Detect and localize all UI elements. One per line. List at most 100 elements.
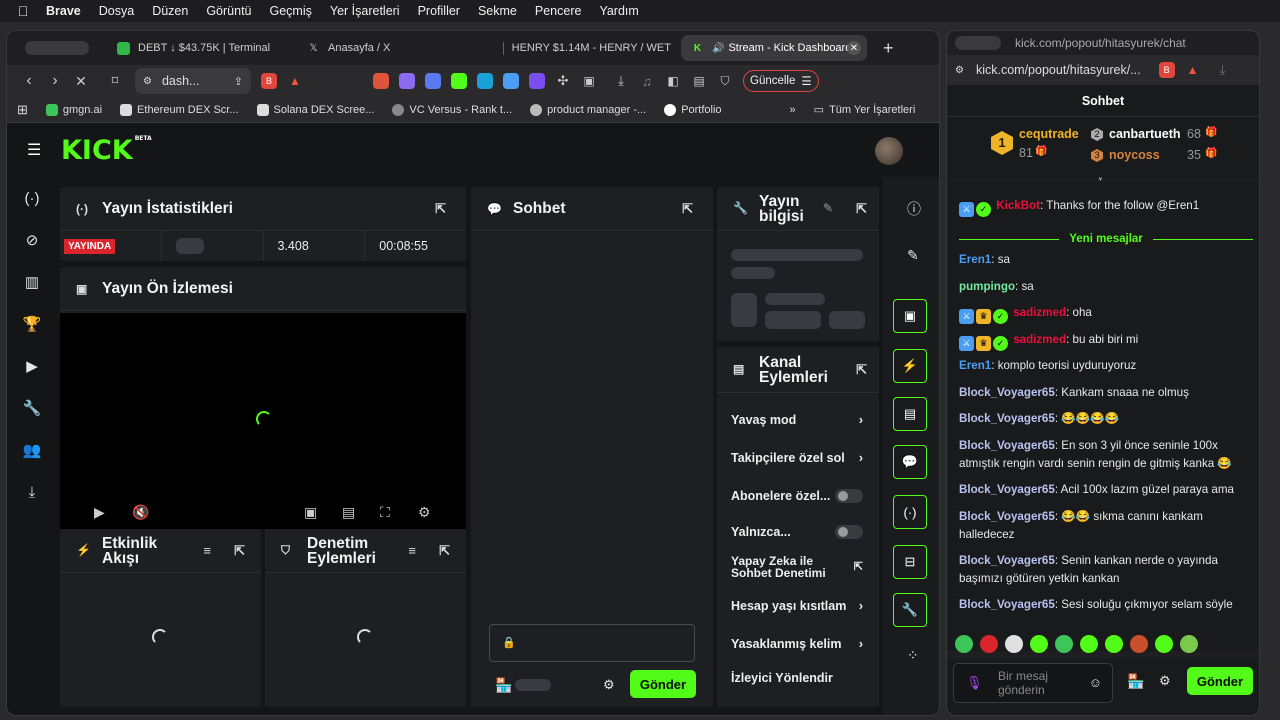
pencil-icon[interactable]: ✎ (907, 247, 919, 264)
bookmark-product-manager[interactable]: product manager -... (530, 103, 646, 116)
chat-username[interactable]: sadizmed (1013, 306, 1066, 319)
trophy-nav-icon[interactable]: 🏆 (7, 303, 57, 345)
menu-duzen[interactable]: Düzen (152, 4, 188, 18)
screenshot-icon[interactable]: ▣ (581, 73, 597, 89)
popout-icon[interactable]: ⇱ (435, 201, 446, 217)
bookmark-ethereum-dex[interactable]: Ethereum DEX Scr... (120, 103, 239, 116)
chat-input[interactable]: 🔒 (489, 624, 695, 662)
lightning-button[interactable]: ⚡ (893, 349, 927, 383)
emotes-only-action[interactable]: Yalnızca... (717, 525, 879, 539)
apps-grid-icon[interactable]: ⊞ (17, 102, 28, 118)
layout-button[interactable]: ⊟ (893, 545, 927, 579)
emote-icon[interactable] (955, 635, 973, 653)
play-icon[interactable]: ▶ (94, 504, 105, 521)
emotes-only-toggle[interactable] (835, 525, 863, 539)
kick-logo[interactable]: KICK BETA (61, 135, 152, 166)
emote-icon[interactable] (1030, 635, 1048, 653)
user-avatar[interactable] (875, 137, 903, 165)
vpn-shield-icon[interactable]: ⛉ (717, 73, 733, 89)
upload-nav-icon[interactable]: ⤓ (7, 471, 57, 513)
emote-icon[interactable] (1155, 635, 1173, 653)
leader-two-name[interactable]: canbartueth (1109, 127, 1181, 141)
media-icon[interactable]: ♫ (639, 73, 655, 89)
subscribers-only-action[interactable]: Abonelere özel... (717, 489, 879, 503)
video-player[interactable]: ▶ 🔇 ▣ ▤ ⛶ ⚙ (60, 313, 466, 529)
popout-icon[interactable]: ⇱ (682, 201, 693, 217)
bookmark-vc-versus[interactable]: VC Versus - Rank t... (392, 103, 512, 116)
menu-gecmis[interactable]: Geçmiş (270, 4, 312, 18)
menu-sekme[interactable]: Sekme (478, 4, 517, 18)
banned-words-action[interactable]: Yasaklanmış kelim › (717, 637, 879, 651)
bookmark-solana-dex[interactable]: Solana DEX Scree... (256, 103, 374, 116)
more-icon[interactable]: ⁘ (907, 647, 919, 664)
chat-settings-icon[interactable]: ⚙ (1159, 673, 1171, 689)
menu-pencere[interactable]: Pencere (535, 4, 582, 18)
window-controls[interactable] (25, 41, 89, 55)
filter-icon[interactable]: ≡ (408, 543, 416, 558)
ai-moderation-action[interactable]: Yapay Zeka ile Sohbet Denetimi ⇱ (717, 555, 879, 579)
back-icon[interactable]: ‹ (17, 72, 41, 90)
new-tab-button[interactable]: + (883, 38, 894, 59)
emote-icon[interactable] (1080, 635, 1098, 653)
popout-icon[interactable]: ⇱ (856, 362, 867, 377)
forward-icon[interactable]: › (43, 72, 67, 90)
brave-rewards-icon[interactable]: ▲ (1185, 62, 1201, 78)
tab-x[interactable]: 𝕏 Anasayfa / X (297, 35, 493, 61)
tab-henry[interactable]: HENRY $1.14M - HENRY / WET (493, 35, 681, 61)
download-icon[interactable]: ⤓ (613, 73, 629, 89)
chat-username[interactable]: Block_Voyager65 (959, 439, 1055, 452)
account-age-action[interactable]: Hesap yaşı kısıtlam › (717, 599, 879, 613)
update-button[interactable]: Güncelle ☰ (743, 70, 819, 92)
close-tab-icon[interactable]: ✕ (847, 41, 861, 55)
store-icon[interactable]: 🏪 (495, 677, 512, 694)
bookmark-portfolio[interactable]: Portfolio (664, 103, 722, 116)
stream-nav-icon[interactable]: (·) (7, 177, 57, 219)
download-icon[interactable]: ⤓ (1215, 62, 1231, 78)
video-nav-icon[interactable]: ▶ (7, 345, 57, 387)
chat-send-button[interactable]: Gönder (630, 670, 696, 698)
chat-username[interactable]: Eren1 (959, 359, 991, 372)
chat-username[interactable]: Block_Voyager65 (959, 483, 1055, 496)
window-controls[interactable] (955, 36, 1001, 50)
menu-profiller[interactable]: Profiller (418, 4, 460, 18)
camera-button[interactable]: ▣ (893, 299, 927, 333)
chat-settings-icon[interactable]: ⚙ (603, 677, 615, 693)
popout-icon[interactable]: ⇱ (234, 543, 245, 558)
extension-blue-icon[interactable] (503, 73, 519, 89)
emote-icon[interactable] (1005, 635, 1023, 653)
filter-icon[interactable]: ≡ (203, 543, 211, 558)
extension-purple-icon[interactable] (529, 73, 545, 89)
chat-username[interactable]: Block_Voyager65 (959, 412, 1055, 425)
users-nav-icon[interactable]: 👥 (7, 429, 57, 471)
edit-icon[interactable]: ✎ (823, 201, 833, 216)
bookmarks-more-button[interactable]: » (790, 104, 796, 116)
extensions-puzzle-icon[interactable]: ✣ (555, 73, 571, 89)
chat-username[interactable]: Block_Voyager65 (959, 598, 1055, 611)
menu-dosya[interactable]: Dosya (99, 4, 134, 18)
chat-username[interactable]: Block_Voyager65 (959, 386, 1055, 399)
site-settings-icon[interactable]: ⚙ (955, 65, 964, 76)
wrench-nav-icon[interactable]: 🔧 (7, 387, 57, 429)
chat-username[interactable]: KickBot (996, 199, 1040, 212)
store-icon[interactable]: 🏪 (1127, 673, 1144, 690)
chat-username[interactable]: sadizmed (1013, 333, 1066, 346)
emote-icon[interactable] (980, 635, 998, 653)
stop-icon[interactable]: ✕ (69, 73, 93, 90)
emote-icon[interactable] (1180, 635, 1198, 653)
mute-icon[interactable]: 🔇 (132, 504, 149, 521)
brave-shields-icon[interactable]: B (1158, 62, 1175, 78)
extension-fox-icon[interactable] (373, 73, 389, 89)
pip-icon[interactable]: ▣ (304, 504, 317, 521)
settings-icon[interactable]: ⚙ (418, 504, 431, 521)
menu-goruntu[interactable]: Görüntü (206, 4, 251, 18)
tab-kick-dashboard[interactable]: K 🔊 Stream - Kick Dashboard ✕ (681, 35, 867, 61)
chat-username[interactable]: Block_Voyager65 (959, 510, 1055, 523)
slow-mode-action[interactable]: Yavaş mod › (717, 413, 879, 427)
popout-send-button[interactable]: Gönder (1187, 667, 1253, 695)
tab-terminal[interactable]: DEBT ↓ $43.75K | Terminal (107, 35, 297, 61)
site-settings-icon[interactable]: ⚙ (143, 76, 152, 87)
fullscreen-icon[interactable]: ⛶ (380, 504, 390, 521)
apple-icon[interactable]:  (0, 3, 46, 19)
leader-one-name[interactable]: cequtrade (1019, 127, 1079, 141)
popout-icon[interactable]: ⇱ (439, 543, 450, 558)
